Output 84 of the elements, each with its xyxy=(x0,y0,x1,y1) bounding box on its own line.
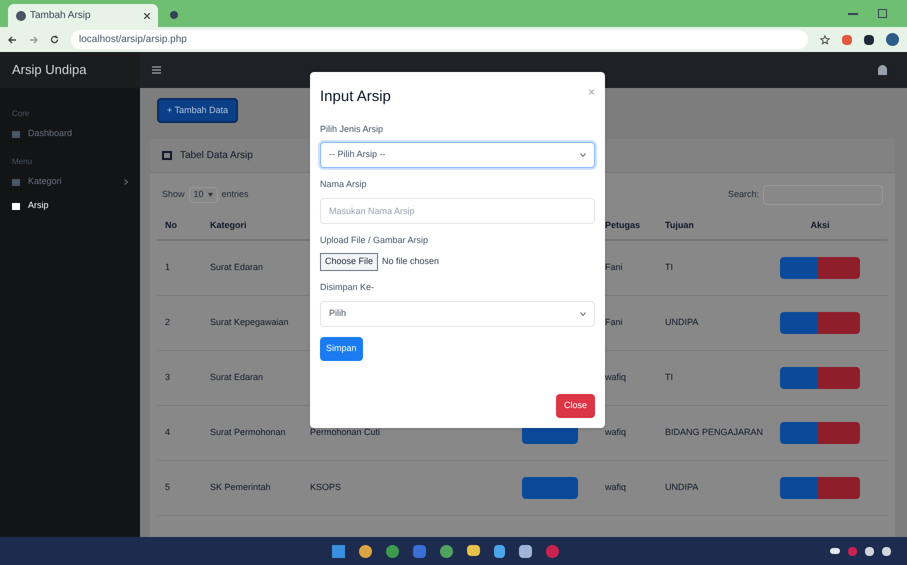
column-header[interactable]: Petugas xyxy=(605,219,640,233)
choose-file-button[interactable]: Choose File xyxy=(320,253,378,271)
table-cell: 3 xyxy=(165,372,170,382)
browser-tab[interactable]: Tambah Arsip xyxy=(8,4,158,27)
chevron-icon xyxy=(580,312,586,316)
card-title: Tabel Data Arsip xyxy=(180,149,253,163)
speaker-icon[interactable] xyxy=(882,546,891,556)
table-cell: Surat Permohonan xyxy=(210,427,286,438)
close-icon[interactable] xyxy=(144,12,150,18)
sidebar-item[interactable]: Arsip xyxy=(0,196,140,216)
table-cell: Surat Edaran xyxy=(210,262,264,272)
table-cell: SK Pemerintah xyxy=(210,482,271,492)
select-field[interactable]: Pilih xyxy=(320,300,595,326)
extension-icon[interactable] xyxy=(864,34,874,44)
app-icon[interactable] xyxy=(518,544,532,558)
forward-icon[interactable] xyxy=(29,36,38,44)
table-cell: Permohonan Cuti xyxy=(310,427,380,438)
input-field[interactable]: Masukan Nama Arsip xyxy=(320,198,595,224)
nav-icon xyxy=(12,202,20,210)
table-cell: Surat Kepegawaian xyxy=(210,317,289,328)
user-icon[interactable] xyxy=(878,65,887,75)
table-cell: 5 xyxy=(165,482,170,492)
table-cell: wafiq xyxy=(605,427,626,438)
table-cell: Fani xyxy=(605,262,623,272)
search-label: Search: xyxy=(728,188,759,202)
field-label: Upload File / Gambar Arsip xyxy=(320,234,430,247)
table-cell: wafiq xyxy=(605,482,626,492)
table-cell: BIDANG PENGAJARAN xyxy=(665,427,764,438)
close-icon[interactable]: × xyxy=(588,86,595,98)
profile-icon[interactable] xyxy=(886,33,899,46)
table-icon xyxy=(162,151,172,160)
table-cell: 2 xyxy=(165,317,170,328)
app-icon[interactable] xyxy=(412,544,426,558)
table-cell: UNDIPA xyxy=(665,482,698,492)
table-cell: UNDIPA xyxy=(665,317,698,328)
table-cell: wafiq xyxy=(605,372,626,382)
maximize-icon[interactable] xyxy=(878,9,887,18)
reload-icon[interactable] xyxy=(50,35,59,44)
entries-label: entries xyxy=(222,188,249,202)
column-header[interactable]: Tujuan xyxy=(665,219,694,233)
table-cell: Fani xyxy=(605,317,623,328)
select-field[interactable]: -- Pilih Arsip -- xyxy=(320,142,595,168)
field-label: Disimpan Ke- xyxy=(320,281,376,294)
nav-icon xyxy=(12,178,20,186)
field-label: Nama Arsip xyxy=(320,178,368,191)
entries-select[interactable]: 10 xyxy=(188,187,218,203)
folder-icon[interactable] xyxy=(466,544,480,556)
sidebar-item[interactable]: Dashboard xyxy=(0,124,140,144)
save-button[interactable]: Simpan xyxy=(320,336,363,360)
table-cell: TI xyxy=(665,372,673,382)
app-icon[interactable] xyxy=(494,544,504,558)
address-bar[interactable]: localhost/arsip/arsip.php xyxy=(71,30,808,49)
show-label: Show xyxy=(162,188,185,202)
table-cell: Surat Edaran xyxy=(210,372,264,382)
modal-title: Input Arsip xyxy=(320,87,391,107)
field-label: Pilih Jenis Arsip xyxy=(320,122,384,136)
globe-icon xyxy=(16,10,26,20)
app-icon[interactable] xyxy=(358,544,372,558)
table-cell: KSOPS xyxy=(310,482,342,492)
chevron-icon xyxy=(580,153,586,157)
menu-icon[interactable] xyxy=(152,66,161,74)
file-status: No file chosen xyxy=(382,255,440,268)
sidebar-item[interactable]: Kategori xyxy=(0,172,140,192)
nav-icon xyxy=(12,130,20,138)
cloud-icon[interactable] xyxy=(830,548,840,554)
app-icon[interactable] xyxy=(386,544,398,558)
star-icon[interactable] xyxy=(820,34,830,44)
chevron-icon xyxy=(124,179,128,185)
table-cell: 4 xyxy=(165,427,170,438)
tab-title: Tambah Arsip xyxy=(30,9,92,23)
column-header[interactable]: No xyxy=(165,219,177,233)
column-header[interactable]: Aksi xyxy=(810,219,830,233)
add-data-button[interactable]: + Tambah Data xyxy=(157,98,238,123)
table-cell: 1 xyxy=(165,262,170,272)
close-button[interactable]: Close xyxy=(556,394,595,418)
app-icon[interactable] xyxy=(440,544,452,558)
caret-icon xyxy=(208,193,213,197)
new-tab-icon[interactable] xyxy=(170,11,178,19)
column-header[interactable]: Kategori xyxy=(210,219,247,233)
back-icon[interactable] xyxy=(8,36,17,44)
start-icon[interactable] xyxy=(332,544,344,558)
sidebar-heading: Core xyxy=(11,108,30,120)
table-cell: TI xyxy=(665,262,673,272)
sidebar-heading: Menu xyxy=(11,156,34,168)
